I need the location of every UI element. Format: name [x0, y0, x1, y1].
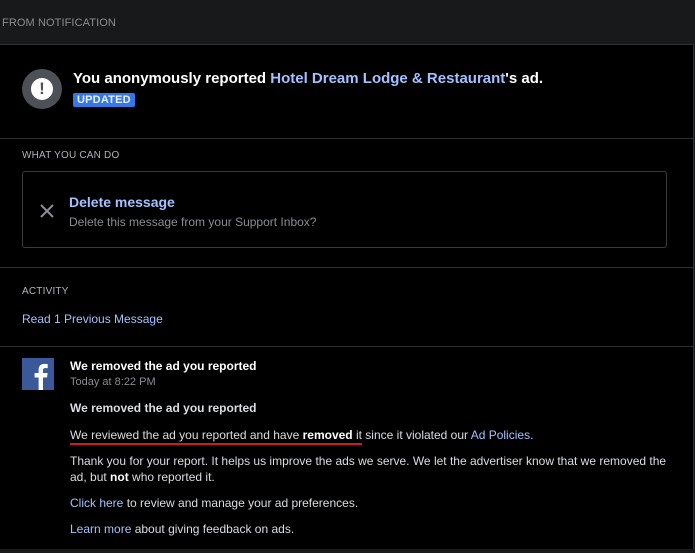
actions-section: WHAT YOU CAN DO Delete message Delete th…: [0, 138, 693, 268]
read-previous-message-link[interactable]: Read 1 Previous Message: [22, 312, 163, 326]
message-paragraph-learn-more: Learn more about giving feedback on ads.: [70, 522, 295, 536]
support-inbox-page: FROM NOTIFICATION ! You anonymously repo…: [0, 0, 695, 553]
message-section: We removed the ad you reported Today at …: [0, 346, 693, 546]
status-badge: UPDATED: [73, 93, 135, 107]
activity-section: ACTIVITY Read 1 Previous Message: [0, 267, 693, 347]
delete-message-title[interactable]: Delete message: [69, 194, 175, 210]
message-paragraph-thanks: Thank you for your report. It helps us i…: [70, 454, 667, 484]
learn-more-link[interactable]: Learn more: [70, 522, 131, 536]
message-paragraph-removed: We reviewed the ad you reported and have…: [70, 427, 670, 445]
highlighted-removal-text: We reviewed the ad you reported and have…: [70, 428, 362, 445]
click-here-link[interactable]: Click here: [70, 496, 123, 510]
actions-section-label: WHAT YOU CAN DO: [22, 150, 120, 161]
message-paragraph-preferences: Click here to review and manage your ad …: [70, 496, 359, 510]
report-header: ! You anonymously reported Hotel Dream L…: [0, 45, 693, 139]
activity-section-label: ACTIVITY: [22, 286, 69, 297]
facebook-icon: [22, 358, 54, 390]
message-subject: We removed the ad you reported: [70, 401, 257, 415]
from-notification-label: FROM NOTIFICATION: [2, 17, 116, 29]
close-icon: [40, 204, 54, 218]
report-headline: You anonymously reported Hotel Dream Lod…: [73, 70, 544, 87]
ad-policies-link[interactable]: Ad Policies: [471, 428, 530, 442]
report-card: ! You anonymously reported Hotel Dream L…: [0, 44, 694, 549]
message-sender-title: We removed the ad you reported: [70, 359, 257, 373]
message-timestamp: Today at 8:22 PM: [70, 376, 156, 388]
reported-page-link[interactable]: Hotel Dream Lodge & Restaurant: [270, 70, 505, 87]
delete-message-action[interactable]: Delete message Delete this message from …: [22, 171, 667, 248]
alert-icon: !: [22, 69, 62, 109]
delete-message-description: Delete this message from your Support In…: [69, 215, 317, 229]
